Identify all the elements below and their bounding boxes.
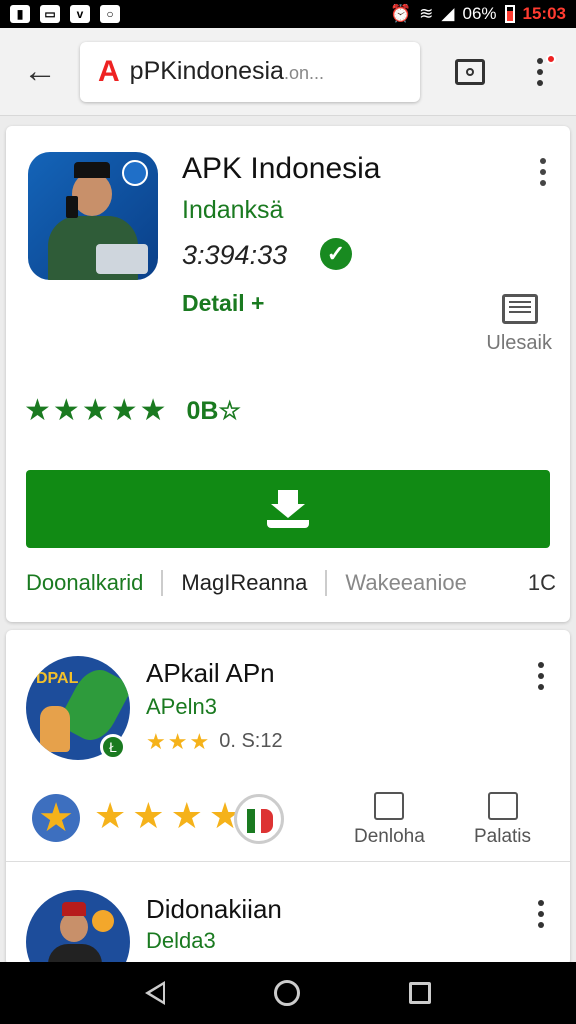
signal-icon: ◢ (441, 4, 455, 23)
nav-recents-icon[interactable] (409, 982, 432, 1004)
related-app-developer[interactable]: APeln3 (146, 694, 217, 720)
menu-button[interactable] (520, 52, 560, 92)
clock: 15:03 (522, 4, 566, 23)
related-app-developer-2[interactable]: Delda3 (146, 928, 216, 954)
detail-link[interactable]: Detail + (182, 290, 264, 317)
back-arrow-icon[interactable]: ← (0, 52, 80, 91)
tabs-icon (455, 58, 485, 85)
star-icon: ★ (81, 394, 109, 427)
palatis-action[interactable]: Palatis (474, 792, 531, 848)
update-dot-icon (546, 53, 556, 64)
review-label[interactable]: Ulesaik (486, 332, 552, 355)
wifi-icon: ≋ (419, 4, 434, 23)
browser-toolbar: ← A pPKindonesia.on... (0, 28, 576, 116)
check-circle-icon: ✓ (320, 238, 352, 270)
rating-row: ★ ★ ★ ★ ★ 0B☆ (24, 396, 241, 426)
system-nav-bar (0, 962, 576, 1024)
related-app-rating: ★ ★ ★ 0. S:12 (146, 728, 283, 754)
edit-icon (487, 792, 518, 820)
app-tabs: Doonalkarid MagIReanna Wakeeanioe 1C (26, 570, 556, 596)
star-icon: ★ (170, 795, 203, 836)
tab-count: 1C (527, 570, 556, 595)
star-icon: ★ (146, 728, 166, 754)
install-button[interactable] (26, 470, 550, 548)
rating-count: 0B☆ (186, 397, 241, 425)
star-icon: ★ (189, 728, 210, 754)
related-apps-card: DPAL Ł APkail APn APeln3 ★ ★ ★ 0. S:12 ★… (6, 630, 570, 966)
notification-icon-3: v (70, 5, 90, 23)
url-bar[interactable]: A pPKindonesia.on... (80, 41, 420, 102)
related-app-icon-2[interactable] (26, 890, 130, 966)
verified-badge-icon (122, 160, 148, 186)
download-icon (267, 490, 309, 528)
card-more-icon[interactable] (540, 158, 546, 186)
notification-icon-2: ▭ (40, 5, 60, 23)
nav-home-icon[interactable] (273, 980, 300, 1006)
app-title: APK Indonesia (182, 152, 381, 185)
nav-back-icon[interactable] (144, 981, 165, 1005)
related-more-icon-2[interactable] (538, 900, 544, 928)
star-icon: ★ (52, 394, 80, 427)
star-badge-icon: ★ (32, 794, 80, 842)
related-app-title-2[interactable]: Didonakiian (146, 894, 282, 925)
star-icon: ★ (167, 728, 188, 754)
related-rating-row: ★ ★ ★ ★ ★ Denloha Palatis (6, 778, 570, 862)
tab-download[interactable]: Doonalkarid (26, 570, 161, 596)
star-icon: ★ (132, 795, 165, 836)
developer-link[interactable]: Indanksä (182, 196, 283, 225)
tabs-button[interactable] (450, 52, 490, 92)
flag-badge-icon (234, 794, 284, 844)
star-icon: ★ (110, 394, 138, 427)
notification-icon-1: ▮ (10, 5, 30, 23)
tab-magireanna[interactable]: MagIReanna (161, 570, 325, 596)
alarm-icon: ⏰ (389, 4, 412, 23)
star-icon: ★ (24, 394, 51, 427)
star-row: ★ ★ ★ ★ (94, 798, 241, 834)
star-icon: ★ (139, 394, 167, 427)
more-vert-icon (537, 57, 543, 86)
bookmark-icon (374, 792, 405, 820)
battery-percent: 06% (462, 4, 497, 23)
review-icon[interactable] (502, 294, 538, 324)
related-more-icon[interactable] (538, 662, 544, 690)
battery-icon (504, 5, 515, 23)
status-bar: ▮ ▭ v ○ ⏰ ≋ ◢ 06% 15:03 (0, 0, 576, 28)
star-icon: ★ (94, 795, 127, 836)
site-logo-icon: A (98, 54, 120, 88)
url-text: pPKindonesia.on... (129, 57, 324, 85)
badge-icon: Ł (100, 734, 126, 760)
related-app-title[interactable]: APkail APn (146, 658, 275, 689)
tab-wakeeanioe[interactable]: Wakeeanioe (325, 570, 484, 596)
app-icon[interactable] (28, 152, 158, 280)
app-card: APK Indonesia Indanksä 3:394:33 ✓ Detail… (6, 126, 570, 622)
notification-icon-4: ○ (100, 5, 120, 23)
app-size: 3:394:33 (182, 240, 288, 270)
denloha-action[interactable]: Denloha (354, 792, 425, 848)
